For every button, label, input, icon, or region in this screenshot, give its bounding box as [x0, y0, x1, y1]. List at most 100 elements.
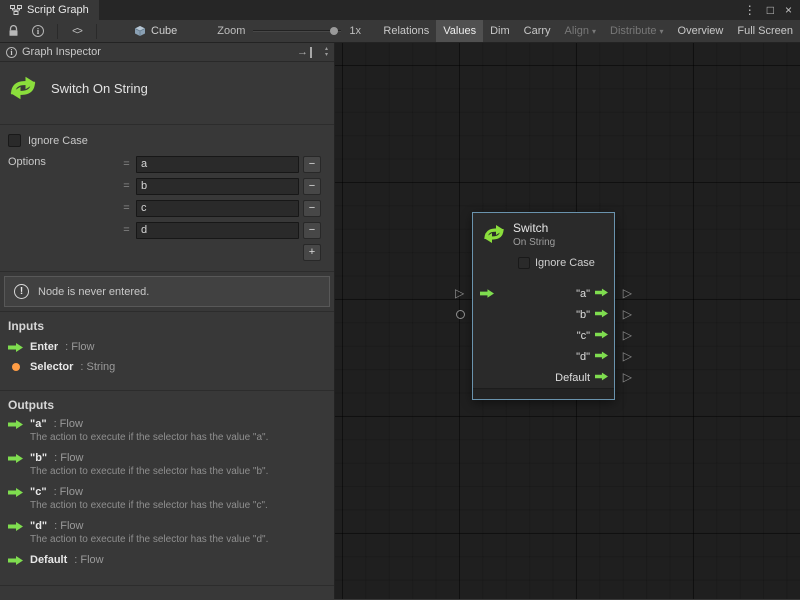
toolbar-separator: [96, 24, 97, 39]
flow-out-port[interactable]: [595, 330, 608, 342]
inspector-header: i Graph Inspector → ▴ ▾: [0, 43, 334, 62]
flow-out-port[interactable]: [595, 288, 608, 300]
output-item: "d" : Flow The action to execute if the …: [8, 520, 326, 545]
options-row: Options = − = − = −: [0, 147, 334, 261]
port-label: "c": [577, 330, 590, 342]
cube-icon: [134, 25, 146, 37]
full-screen-button[interactable]: Full Screen: [730, 20, 800, 42]
graph-inspector-panel: i Graph Inspector → ▴ ▾ Switch On String: [0, 43, 335, 599]
zoom-label: Zoom: [217, 25, 245, 37]
drag-handle-icon[interactable]: =: [121, 180, 132, 192]
add-option-button[interactable]: +: [303, 244, 321, 261]
info-icon: i: [6, 47, 17, 58]
port-row-b: "b" ▷: [473, 304, 614, 325]
relations-button[interactable]: Relations: [376, 20, 436, 42]
node-ignore-case-row: Ignore Case: [518, 257, 595, 269]
enter-connector-icon[interactable]: ▷: [455, 287, 464, 299]
out-connector-icon[interactable]: ▷: [623, 308, 632, 320]
flow-arrow-icon: [8, 556, 23, 565]
flow-out-port[interactable]: [595, 351, 608, 363]
outputs-section: Outputs "a" : Flow The action to execute…: [0, 390, 334, 584]
divider: [0, 271, 334, 272]
info-icon[interactable]: i: [29, 20, 47, 42]
inputs-section: Inputs Enter : Flow Selector : String: [0, 311, 334, 390]
drag-handle-icon[interactable]: =: [121, 224, 132, 236]
value-port-icon: [8, 363, 23, 371]
option-row: = −: [121, 197, 321, 219]
option-input[interactable]: [136, 222, 299, 239]
zoom-control: Zoom 1x: [217, 20, 361, 42]
remove-option-button[interactable]: −: [303, 156, 321, 173]
graph-owner-reference[interactable]: Cube: [134, 20, 177, 42]
output-description: The action to execute if the selector ha…: [30, 466, 326, 477]
outputs-heading: Outputs: [8, 398, 326, 412]
edit-source-icon[interactable]: <>: [68, 20, 86, 42]
window-controls: ⋮ □ ×: [744, 0, 800, 20]
target-object-label: Cube: [151, 25, 177, 37]
option-input[interactable]: [136, 200, 299, 217]
unit-title-block: Switch On String: [0, 62, 334, 125]
ignore-case-checkbox[interactable]: [518, 257, 530, 269]
toolbar-buttons: Relations Values Dim Carry Align ▾ Distr…: [376, 20, 800, 42]
lock-icon[interactable]: [4, 20, 22, 42]
option-input[interactable]: [136, 156, 299, 173]
output-item: "a" : Flow The action to execute if the …: [8, 418, 326, 443]
drag-handle-icon[interactable]: =: [121, 202, 132, 214]
tab-script-graph[interactable]: Script Graph: [0, 0, 99, 20]
input-item-enter: Enter : Flow: [8, 341, 326, 353]
toolbar-separator: [57, 24, 58, 39]
options-label: Options: [8, 153, 121, 168]
switch-unit-icon: [482, 222, 506, 249]
remove-option-button[interactable]: −: [303, 222, 321, 239]
chevron-down-icon: ▾: [592, 27, 596, 36]
carry-button[interactable]: Carry: [517, 20, 558, 42]
ignore-case-checkbox[interactable]: [8, 134, 21, 147]
dim-button[interactable]: Dim: [483, 20, 517, 42]
port-row-default: Default ▷: [473, 367, 614, 388]
scroll-down-icon[interactable]: ▾: [325, 52, 328, 58]
drag-handle-icon[interactable]: =: [121, 158, 132, 170]
zoom-slider-track: [253, 30, 341, 32]
inputs-heading: Inputs: [8, 319, 326, 333]
maximize-icon[interactable]: □: [767, 3, 774, 17]
node-header[interactable]: Switch On String Ignore Case: [473, 213, 614, 283]
window-menu-kebab-icon[interactable]: ⋮: [744, 3, 756, 17]
values-button[interactable]: Values: [436, 20, 483, 42]
option-input[interactable]: [136, 178, 299, 195]
distribute-dropdown[interactable]: Distribute ▾: [603, 20, 670, 42]
node-title: Switch: [513, 221, 548, 235]
switch-unit-icon: [8, 73, 38, 103]
dock-panel-icon[interactable]: →: [297, 47, 312, 58]
out-connector-icon[interactable]: ▷: [623, 287, 632, 299]
port-label: "a": [576, 288, 590, 300]
overview-button[interactable]: Overview: [671, 20, 731, 42]
graph-canvas[interactable]: Switch On String Ignore Case ▷ "a": [335, 43, 800, 599]
flow-arrow-icon: [8, 488, 23, 497]
out-connector-icon[interactable]: ▷: [623, 371, 632, 383]
port-row-c: "c" ▷: [473, 325, 614, 346]
inspector-header-title: Graph Inspector: [22, 46, 101, 58]
out-connector-icon[interactable]: ▷: [623, 329, 632, 341]
switch-on-string-node[interactable]: Switch On String Ignore Case ▷ "a": [472, 212, 615, 400]
port-label: "d": [576, 351, 590, 363]
graph-toolbar: i <> Cube Zoom 1x Relations Values Dim: [0, 20, 800, 43]
flow-out-port[interactable]: [595, 309, 608, 321]
flow-out-port[interactable]: [595, 372, 608, 384]
input-item-selector: Selector : String: [8, 361, 326, 373]
zoom-slider[interactable]: [253, 24, 341, 38]
zoom-value: 1x: [349, 25, 361, 37]
remove-option-button[interactable]: −: [303, 200, 321, 217]
enter-port[interactable]: [480, 289, 494, 301]
selector-connector-icon[interactable]: [456, 310, 465, 319]
zoom-slider-knob[interactable]: [330, 27, 338, 35]
flow-arrow-icon: [8, 420, 23, 429]
remove-option-button[interactable]: −: [303, 178, 321, 195]
align-dropdown[interactable]: Align ▾: [558, 20, 603, 42]
close-icon[interactable]: ×: [785, 3, 792, 17]
port-row-a: ▷ "a" ▷: [473, 283, 614, 304]
out-connector-icon[interactable]: ▷: [623, 350, 632, 362]
panel-scroll-arrows[interactable]: ▴ ▾: [325, 46, 328, 58]
tab-bar: Script Graph ⋮ □ ×: [0, 0, 800, 20]
node-subtitle: On String: [513, 237, 555, 248]
output-description: The action to execute if the selector ha…: [30, 432, 326, 443]
